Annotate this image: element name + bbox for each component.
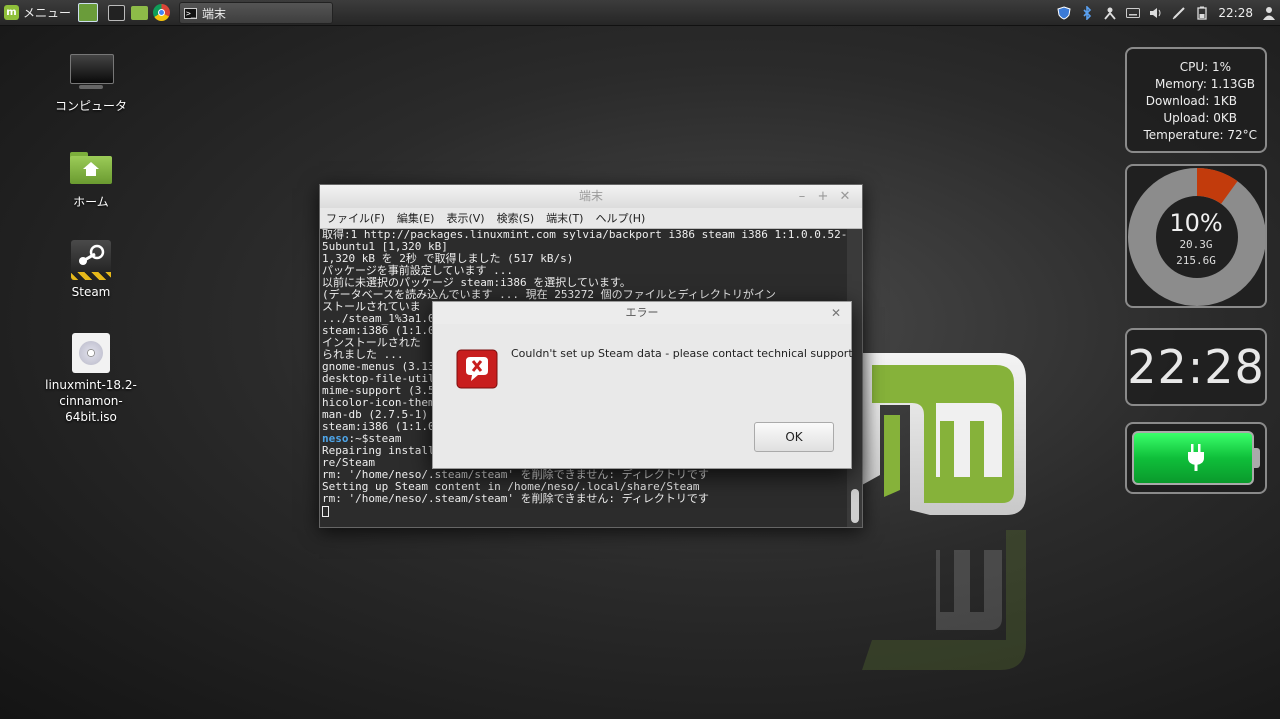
files-launcher[interactable] — [131, 3, 148, 22]
scrollbar-thumb[interactable] — [851, 489, 859, 523]
error-dialog: エラー ✕ Couldn't set up Steam data - pleas… — [432, 301, 853, 469]
disk-usage-desklet: 10% 20.3G 215.6G — [1125, 164, 1267, 308]
mint-menu-icon: m — [4, 5, 19, 20]
desktop-icon-computer[interactable]: コンピュータ — [36, 54, 146, 114]
menu-help[interactable]: ヘルプ(H) — [589, 210, 651, 226]
show-desktop-launcher[interactable] — [78, 3, 98, 22]
taskbar-terminal-window[interactable]: >_ 端末 — [179, 2, 333, 24]
disk-used-arc — [1196, 168, 1238, 205]
error-icon — [456, 349, 498, 389]
chrome-icon — [153, 4, 170, 21]
network-icon[interactable] — [1103, 6, 1117, 20]
minimize-icon[interactable]: – — [795, 185, 809, 208]
mint-logo-artwork — [862, 353, 1026, 515]
desktop-icon-iso[interactable]: linuxmint-18.2-cinnamon-64bit.iso — [36, 333, 146, 425]
desktop-icon-label: Steam — [71, 285, 111, 299]
folder-icon — [131, 5, 148, 20]
show-desktop-icon — [78, 3, 98, 22]
upload-rate: Upload: 0KB — [1163, 111, 1237, 125]
terminal-launcher[interactable] — [108, 3, 125, 22]
panel-clock[interactable]: 22:28 — [1218, 6, 1253, 20]
desktop-icon-steam[interactable]: Steam — [36, 240, 146, 300]
monitor-icon — [69, 54, 114, 94]
dialog-title: エラー — [625, 306, 659, 319]
dialog-titlebar[interactable]: エラー ✕ — [433, 302, 851, 324]
disk-used: 20.3G — [1179, 238, 1213, 251]
close-icon[interactable]: ✕ — [838, 185, 852, 208]
menu-label: メニュー — [23, 6, 72, 20]
top-panel: m メニュー >_ 端末 22:28 — [0, 0, 1280, 26]
clock-desklet: 22:28 — [1125, 328, 1267, 406]
desktop-icon-label: コンピュータ — [54, 99, 127, 113]
desktop-icon-label: ホーム — [73, 195, 109, 209]
home-folder-icon — [69, 150, 113, 190]
power-plug-icon — [1188, 444, 1204, 471]
ok-button[interactable]: OK — [754, 422, 834, 452]
disk-total: 215.6G — [1176, 254, 1216, 267]
maximize-icon[interactable]: + — [816, 185, 830, 208]
clock-time: 22:28 — [1127, 340, 1265, 394]
terminal-icon: >_ — [184, 7, 197, 19]
menu-button[interactable]: m メニュー — [4, 3, 71, 22]
battery-icon[interactable] — [1195, 6, 1209, 20]
desktop-icon-home[interactable]: ホーム — [36, 150, 146, 210]
menu-terminal[interactable]: 端末(T) — [540, 210, 589, 226]
terminal-title: 端末 — [578, 189, 603, 203]
menu-file[interactable]: ファイル(F) — [320, 210, 391, 226]
terminal-cursor-line — [322, 505, 849, 517]
menu-view[interactable]: 表示(V) — [440, 210, 490, 226]
volume-icon[interactable] — [1149, 6, 1163, 20]
download-rate: Download: 1KB — [1145, 94, 1237, 108]
taskbar-window-label: 端末 — [202, 6, 227, 21]
temperature: Temperature: 72°C — [1143, 128, 1257, 142]
disc-image-icon — [69, 333, 113, 373]
menu-edit[interactable]: 編集(E) — [391, 210, 441, 226]
terminal-menubar: ファイル(F) 編集(E) 表示(V) 検索(S) 端末(T) ヘルプ(H) — [320, 208, 862, 229]
pen-icon[interactable] — [1172, 6, 1186, 20]
user-icon[interactable] — [1262, 6, 1276, 20]
chrome-launcher[interactable] — [153, 3, 170, 22]
terminal-titlebar[interactable]: 端末 – + ✕ — [320, 185, 862, 208]
keyboard-icon[interactable] — [1126, 6, 1141, 20]
terminal-icon — [108, 4, 125, 21]
text-cursor — [322, 505, 329, 517]
desktop-icon-label: linuxmint-18.2-cinnamon-64bit.iso — [45, 378, 137, 424]
bluetooth-icon[interactable] — [1080, 5, 1094, 20]
terminal-line: rm: '/home/neso/.steam/steam' を削除できません: … — [322, 492, 709, 505]
battery-desklet — [1125, 422, 1267, 494]
menu-search[interactable]: 検索(S) — [491, 210, 541, 226]
system-tray: 22:28 — [1057, 3, 1276, 22]
system-monitor-desklet: CPU: 1% Memory: 1.13GB Download: 1KB Upl… — [1125, 47, 1267, 153]
steam-icon — [69, 240, 113, 280]
disk-percent: 10% — [1169, 209, 1223, 237]
shield-icon[interactable] — [1057, 5, 1071, 20]
memory-usage: Memory: 1.13GB — [1154, 77, 1255, 91]
dialog-message: Couldn't set up Steam data - please cont… — [511, 347, 853, 360]
cpu-usage: CPU: 1% — [1179, 60, 1231, 74]
close-icon[interactable]: ✕ — [831, 302, 841, 324]
mint-logo-reflection — [862, 530, 1026, 670]
